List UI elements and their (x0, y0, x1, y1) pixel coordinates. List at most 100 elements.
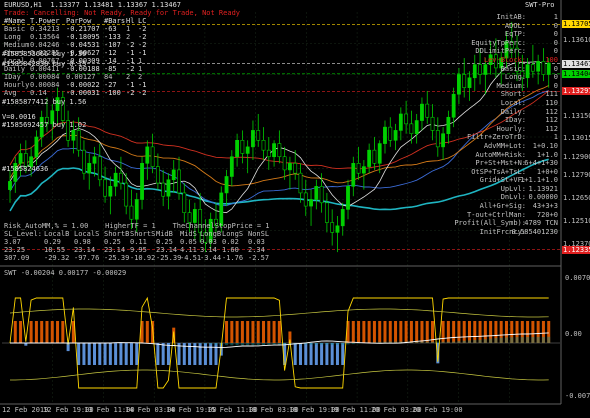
bottom-table-cell: 2.34 (248, 246, 265, 254)
trading-chart-window[interactable]: EURUSD,H1 1.13377 1.13481 1.13367 1.1346… (0, 0, 590, 416)
osc-bar (45, 321, 48, 343)
candle-body (362, 167, 365, 174)
osc-bar (410, 321, 413, 343)
osc-bar (167, 343, 170, 365)
left-table-cell: -1 (126, 81, 134, 89)
time-axis-label: 20 Feb 19:00 (412, 406, 463, 414)
right-panel-row: UpLvl:1.13921 (448, 185, 558, 194)
candle-body (220, 193, 223, 226)
candle-body (262, 140, 265, 150)
right-panel-value: 0 (554, 73, 558, 81)
price-axis[interactable]: 1.137051.136101.134671.134041.132971.131… (561, 0, 590, 416)
price-axis-label: 1.13610 (562, 36, 590, 44)
right-panel-value: 0 (554, 47, 558, 55)
right-panel-value: 112 (545, 116, 558, 124)
left-table-cell: -1 (126, 49, 134, 57)
candle-body (357, 163, 360, 173)
osc-histogram-bar (537, 337, 540, 343)
left-table-cell: -14 (104, 57, 117, 65)
left-table-cell: 0.00084 (30, 81, 60, 89)
right-panel-value: 0 (554, 82, 558, 90)
right-panel-value: 1+0.10 (533, 142, 558, 150)
candle-body (257, 130, 260, 140)
osc-bar (119, 343, 122, 365)
right-panel-row: ADOL:0 (448, 22, 558, 31)
candle-body (230, 157, 233, 177)
right-panel-value: 0 (554, 30, 558, 38)
osc-histogram-bar (331, 343, 334, 345)
osc-bar (19, 321, 22, 343)
right-panel-key: T-out+CtrlMan: (467, 211, 526, 219)
right-panel-value: 0.585401230 (512, 228, 558, 236)
right-panel-key: Long: (505, 73, 526, 81)
osc-histogram-bar (209, 343, 212, 344)
bottom-table-header-cell: ShortB (104, 230, 129, 238)
right-panel-key: Hourly: (496, 125, 526, 133)
bottom-table-header-cell: MidS (180, 230, 197, 238)
candle-body (8, 181, 11, 189)
candle-body (88, 163, 91, 173)
left-table-cell: 0.13564 (30, 33, 60, 41)
right-panel-row: Pr+St+Mst+N:6+4+1+30 (448, 159, 558, 168)
osc-histogram-bar (457, 341, 460, 343)
osc-bar (204, 343, 207, 365)
price-axis-label: 1.13150 (562, 112, 590, 120)
bottom-table-cell: 0.05 (180, 238, 197, 246)
osc-bar (225, 321, 228, 343)
bottom-table-cell: 23.14 (104, 246, 125, 254)
osc-bar (394, 321, 397, 343)
osc-histogram-bar (452, 342, 455, 343)
candle-body (394, 130, 397, 140)
left-table-cell: 1 (138, 57, 142, 65)
osc-bar (273, 321, 276, 343)
price-axis-label: 1.13404 (562, 70, 590, 78)
left-table-cell: Hourly (4, 81, 29, 89)
osc-bar (130, 343, 133, 365)
candle-body (77, 130, 80, 150)
osc-bar (320, 343, 323, 365)
bottom-table-cell: -3.44 (200, 254, 221, 262)
bottom-table-header-cell: MidB (156, 230, 173, 238)
left-table-cell: -85 (104, 65, 117, 73)
osc-bar (125, 343, 128, 365)
bottom-table-header-cell: LongB (200, 230, 221, 238)
price-axis-label: 1.12900 (562, 153, 590, 161)
osc-histogram-bar (199, 343, 202, 344)
left-table-cell: Avg (4, 89, 17, 97)
osc-bar (98, 343, 101, 365)
candle-body (299, 173, 302, 193)
osc-bar (93, 343, 96, 365)
candle-body (399, 114, 402, 130)
left-table-header: #NameT.PowerParPow#BarsHlLC (4, 17, 174, 25)
left-table-cell: -1 (126, 57, 134, 65)
candle-body (304, 193, 307, 206)
osc-histogram-bar (420, 342, 423, 343)
right-panel-value: 110 (545, 99, 558, 107)
osc-bar (82, 343, 85, 365)
candle-body (156, 167, 159, 183)
osc-histogram-bar (325, 343, 328, 345)
order-label: #1585853666 buy 1.30 (2, 50, 86, 58)
left-table-header-cell: #Name (4, 17, 25, 25)
right-panel-value: 112 (545, 108, 558, 116)
right-panel-key: InitAB: (496, 13, 526, 21)
osc-histogram-bar (479, 340, 482, 343)
bottom-table-header-cell: LocalS (74, 230, 99, 238)
candle-body (251, 130, 254, 146)
time-axis[interactable]: 12 Feb 201912 Feb 19:0013 Feb 11:0014 Fe… (0, 404, 561, 416)
candle-body (135, 200, 138, 220)
bottom-table-cell: 23.14 (74, 246, 95, 254)
right-panel-key: Basic: (501, 65, 526, 73)
osc-histogram-bar (473, 340, 476, 343)
osc-bar (405, 321, 408, 343)
left-table-cell: Long (4, 33, 21, 41)
osc-bar (61, 321, 64, 343)
candle-body (420, 104, 423, 120)
osc-bar (447, 321, 450, 343)
osc-histogram-bar (463, 341, 466, 343)
left-table-cell: 0.34213 (30, 25, 60, 33)
right-panel-row: Long: 0 (448, 73, 558, 82)
osc-bar (399, 321, 402, 343)
left-table-cell: -12 (104, 49, 117, 57)
osc-bar (420, 321, 423, 343)
